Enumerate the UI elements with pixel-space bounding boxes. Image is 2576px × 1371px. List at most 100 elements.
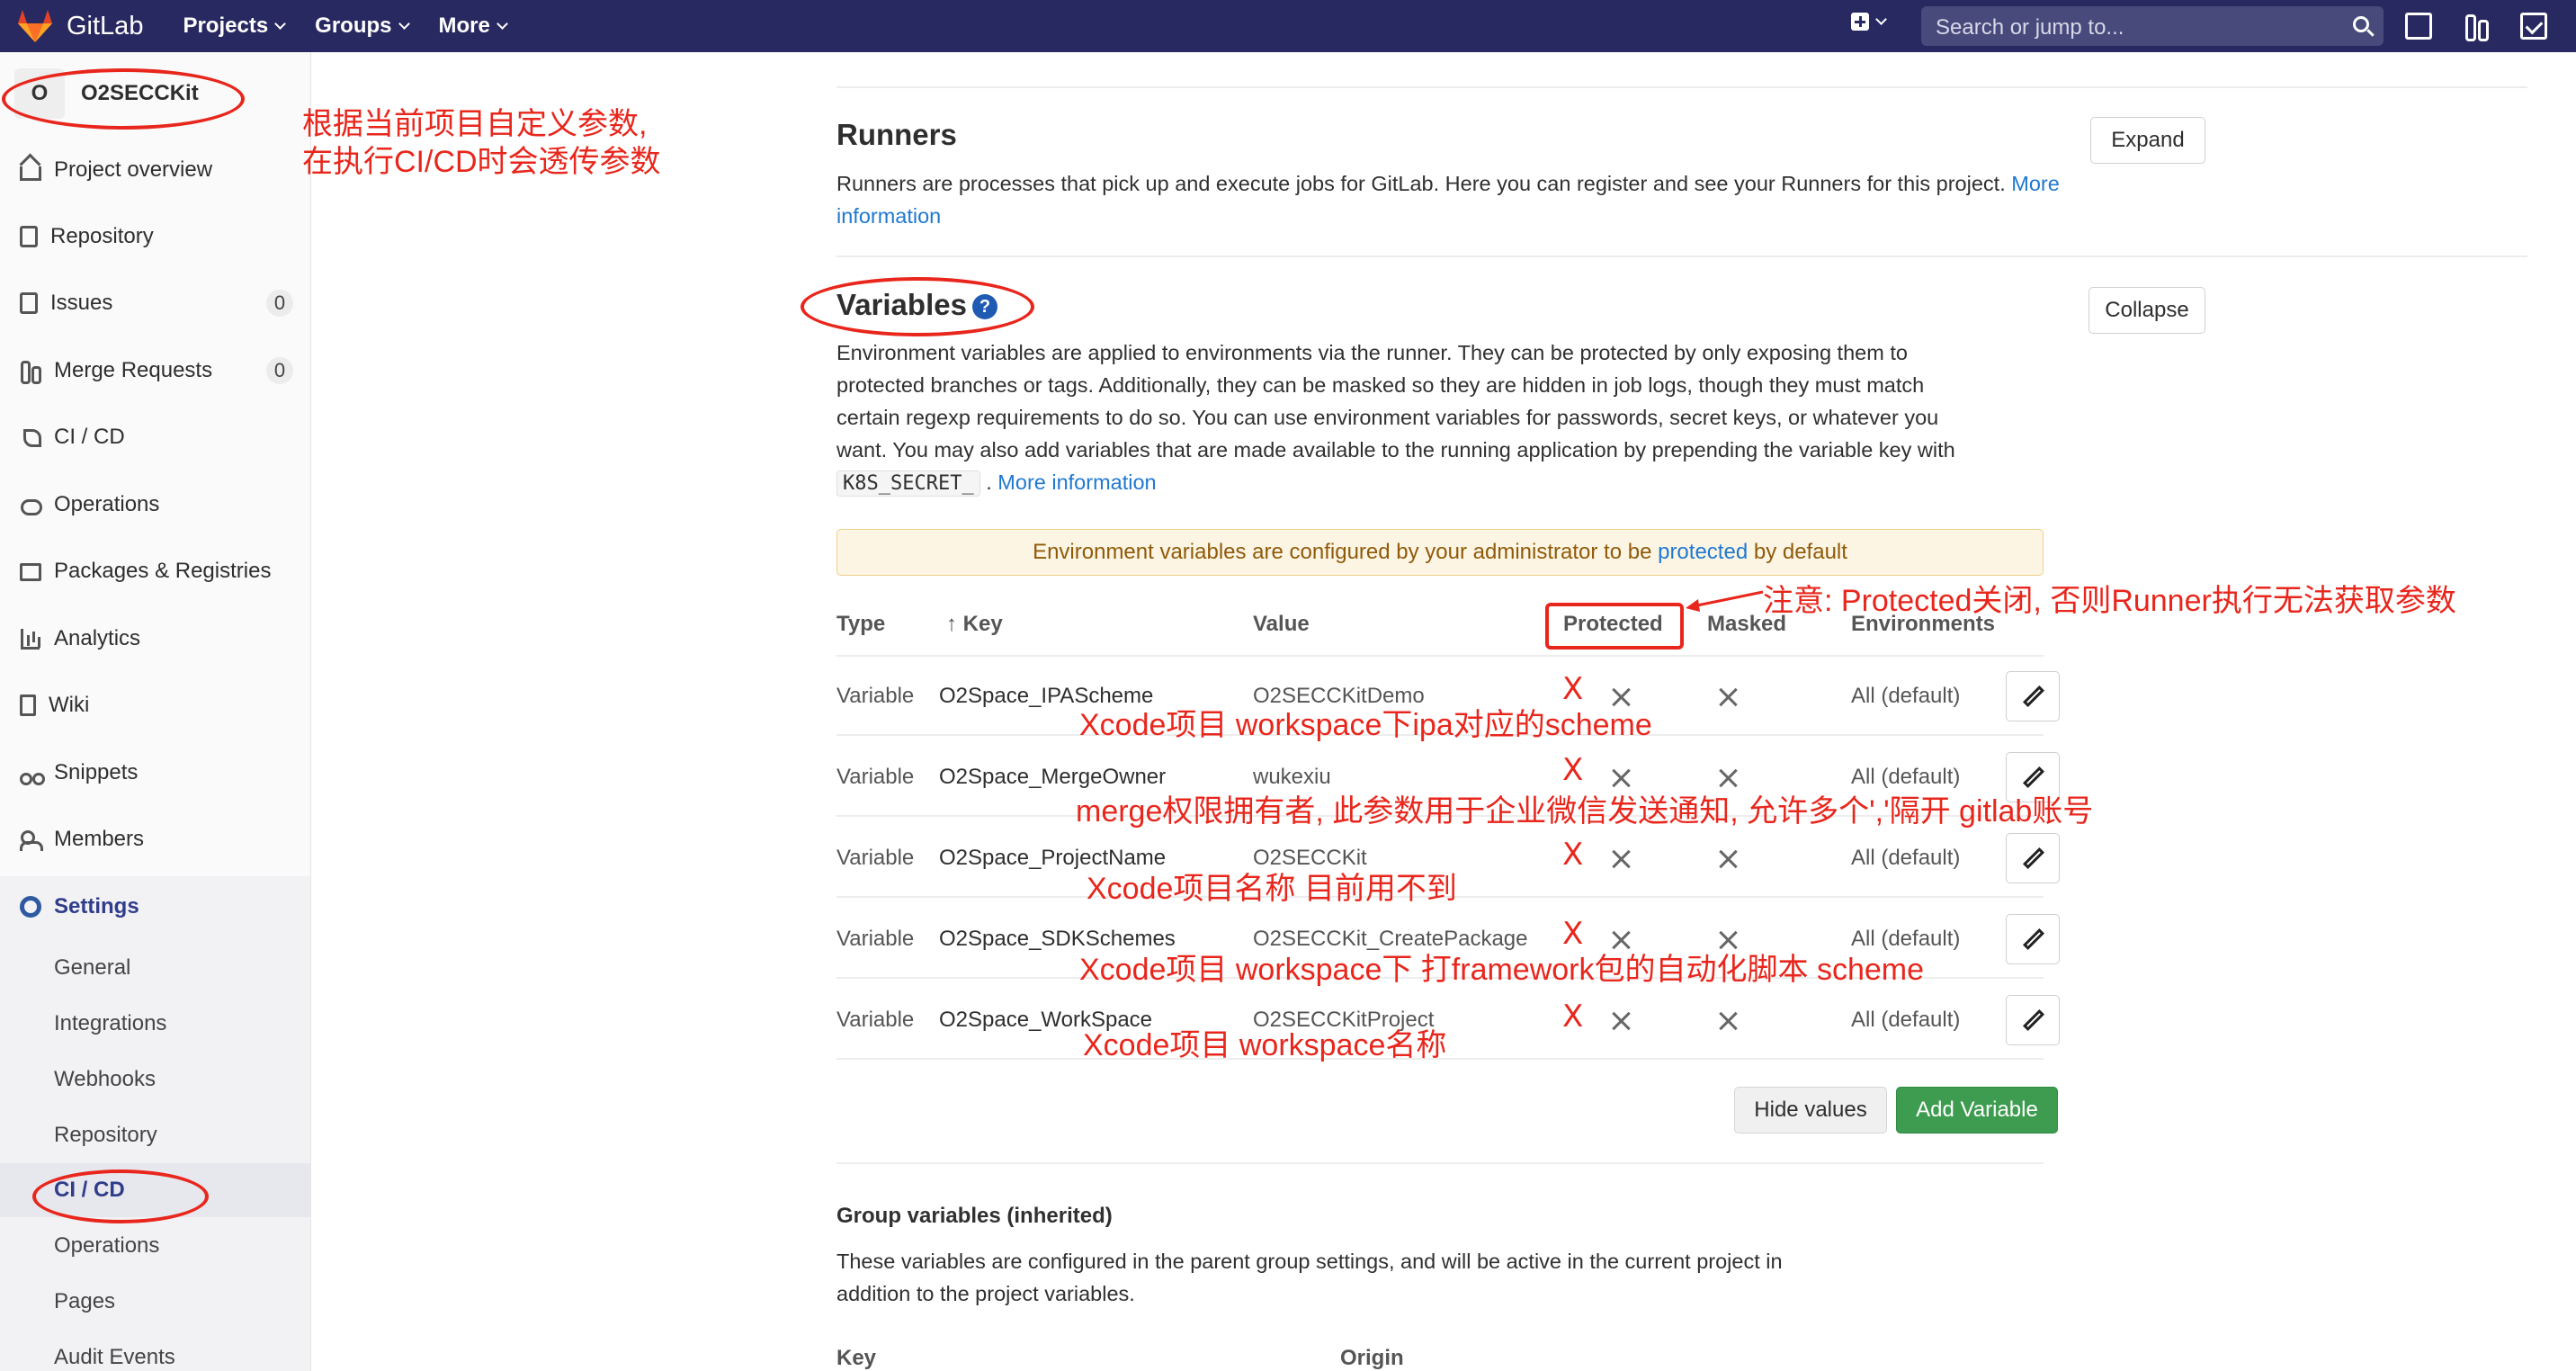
annotation-row-note-1: Xcode项目 workspace下ipa对应的scheme [1079, 708, 1652, 742]
settings-integrations[interactable]: Integrations [54, 1011, 166, 1036]
group-header-key: Key [836, 1346, 877, 1370]
settings-webhooks[interactable]: Webhooks [54, 1067, 156, 1092]
edit-variable-button[interactable] [2006, 995, 2060, 1045]
merge-request-icon [20, 360, 41, 384]
rocket-icon [20, 426, 41, 448]
row-type: Variable [836, 765, 915, 789]
divider [836, 255, 2527, 257]
annotation-ellipse-project [2, 68, 245, 130]
sidebar-item-merge-requests[interactable]: Merge Requests 0 [20, 357, 293, 384]
chart-icon [20, 628, 41, 650]
protected-x-icon [1611, 849, 1631, 869]
package-icon [20, 563, 41, 581]
settings-general[interactable]: General [54, 955, 130, 981]
sidebar-item-wiki[interactable]: Wiki [20, 693, 293, 718]
sidebar-item-snippets[interactable]: Snippets [20, 760, 293, 785]
gear-icon [20, 896, 41, 918]
header-key[interactable]: ↑ Key [946, 612, 1003, 637]
merge-requests-count-badge: 0 [266, 357, 293, 384]
merge-request-icon[interactable] [2463, 13, 2490, 41]
settings-pages[interactable]: Pages [54, 1289, 115, 1314]
masked-x-icon [1718, 1011, 1738, 1031]
variables-description: Environment variables are applied to env… [836, 341, 1955, 497]
k8s-secret-code: K8S_SECRET_ [836, 470, 980, 497]
pencil-icon [2022, 766, 2045, 789]
group-variables-title: Group variables (inherited) [836, 1204, 1113, 1228]
document-icon [20, 226, 38, 247]
sidebar-item-repository[interactable]: Repository [20, 224, 293, 249]
expand-button[interactable]: Expand [2090, 117, 2205, 164]
chevron-down-icon [274, 18, 287, 30]
annotation-box-protected [1545, 603, 1684, 650]
scissors-icon [20, 762, 45, 785]
sidebar-item-packages[interactable]: Packages & Registries [20, 559, 293, 584]
group-header-origin: Origin [1340, 1346, 1404, 1370]
row-env: All (default) [1851, 1008, 1961, 1032]
annotation-ellipse-ci-cd [32, 1169, 209, 1223]
issues-icon[interactable] [2405, 13, 2432, 40]
annotation-sidebar-note-2: 在执行CI/CD时会透传参数 [302, 145, 661, 179]
annotation-protected-note: 注意: Protected关闭, 否则Runner执行无法获取参数 [1763, 584, 2456, 618]
protected-x-icon [1611, 1011, 1631, 1031]
users-icon [20, 829, 43, 851]
annotation-arrow [1686, 590, 1764, 612]
masked-x-icon [1718, 849, 1738, 869]
edit-variable-button[interactable] [2006, 833, 2060, 883]
house-icon [20, 166, 41, 181]
pencil-icon [2022, 685, 2045, 708]
new-dropdown[interactable] [1851, 13, 1887, 31]
variables-more-info-link[interactable]: More information [997, 470, 1156, 494]
row-env: All (default) [1851, 684, 1961, 708]
masked-x-icon [1718, 768, 1738, 788]
issues-icon [20, 292, 38, 314]
sidebar-item-settings[interactable]: Settings [20, 894, 293, 919]
divider [836, 1162, 2044, 1164]
nav-menu: Projects Groups More [183, 13, 536, 39]
cloud-icon [20, 494, 42, 515]
settings-repository[interactable]: Repository [54, 1123, 157, 1148]
hide-values-button[interactable]: Hide values [1734, 1087, 1887, 1134]
runners-description: Runners are processes that pick up and e… [836, 172, 2060, 228]
pencil-icon [2022, 927, 2045, 951]
chevron-down-icon [1875, 13, 1887, 25]
annotation-row-note-5: Xcode项目 workspace名称 [1083, 1028, 1447, 1062]
sidebar-item-operations[interactable]: Operations [20, 492, 293, 517]
annotation-row-note-2: merge权限拥有者, 此参数用于企业微信发送通知, 允许多个','隔开 git… [1076, 794, 2094, 829]
sidebar-item-ci-cd[interactable]: CI / CD [20, 425, 293, 450]
sidebar-item-analytics[interactable]: Analytics [20, 626, 293, 651]
group-variables-description: These variables are configured in the pa… [836, 1250, 1783, 1305]
sidebar-item-issues[interactable]: Issues 0 [20, 290, 293, 317]
search-input[interactable]: Search or jump to... [1921, 6, 2384, 46]
runners-title: Runners [836, 118, 957, 151]
top-navbar: GitLab Projects Groups More Search or ju… [0, 0, 2576, 52]
pencil-icon [2022, 847, 2045, 870]
sidebar-item-members[interactable]: Members [20, 827, 293, 852]
chevron-down-icon [398, 18, 410, 30]
edit-variable-button[interactable] [2006, 914, 2060, 964]
row-type: Variable [836, 927, 915, 951]
settings-operations[interactable]: Operations [54, 1233, 159, 1259]
annotation-row-note-3: Xcode项目名称 目前用不到 [1087, 872, 1457, 906]
sidebar-item-project-overview[interactable]: Project overview [20, 157, 293, 183]
divider [836, 86, 2527, 88]
add-variable-button[interactable]: Add Variable [1896, 1087, 2058, 1134]
settings-audit-events[interactable]: Audit Events [54, 1345, 175, 1370]
edit-variable-button[interactable] [2006, 671, 2060, 721]
annotation-ellipse-variables [801, 277, 1034, 336]
collapse-button[interactable]: Collapse [2089, 287, 2205, 334]
todo-icon[interactable] [2520, 13, 2547, 40]
nav-projects[interactable]: Projects [183, 13, 287, 39]
nav-shortcuts [2405, 13, 2576, 41]
masked-x-icon [1718, 687, 1738, 707]
issues-count-badge: 0 [266, 290, 293, 317]
search-icon [2353, 16, 2369, 32]
chevron-down-icon [496, 18, 508, 30]
nav-more[interactable]: More [439, 13, 508, 39]
nav-groups[interactable]: Groups [315, 13, 410, 39]
protected-link[interactable]: protected [1658, 540, 1748, 565]
protected-notice: Environment variables are configured by … [836, 529, 2044, 576]
annotation-row-note-4: Xcode项目 workspace下 打framework包的自动化脚本 sch… [1079, 953, 1925, 987]
book-icon [20, 694, 36, 716]
gitlab-logo[interactable]: GitLab [16, 8, 143, 44]
header-type: Type [836, 612, 886, 636]
